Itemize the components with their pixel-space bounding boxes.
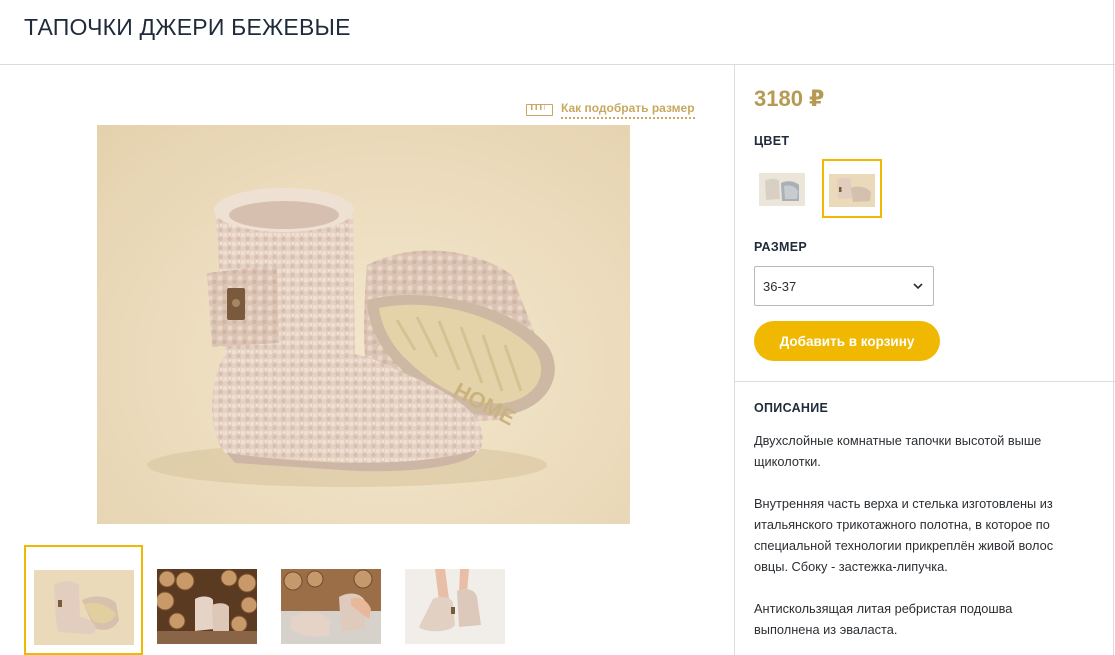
slippers-illustration: HOME <box>147 188 555 487</box>
description-paragraph: Внутренняя часть верха и стелька изготов… <box>754 496 1054 574</box>
size-select-value: 36-37 <box>763 278 797 294</box>
size-guide-label: Как подобрать размер <box>561 101 695 119</box>
page-title: ТАПОЧКИ ДЖЕРИ БЕЖЕВЫЕ <box>24 14 351 40</box>
thumbnail-3[interactable] <box>272 545 391 655</box>
description-paragraph: Двухслойные комнатные тапочки высотой вы… <box>754 433 1042 469</box>
size-label: РАЗМЕР <box>754 240 807 254</box>
color-swatch-beige[interactable] <box>822 159 882 218</box>
main-product-image[interactable]: HOME <box>97 125 630 524</box>
thumbnail-2[interactable] <box>148 545 267 655</box>
right-border <box>1113 0 1114 655</box>
thumbnail-4[interactable] <box>396 545 515 655</box>
add-to-cart-button[interactable]: Добавить в корзину <box>754 321 940 361</box>
chevron-down-icon <box>913 283 923 290</box>
color-label: ЦВЕТ <box>754 134 790 148</box>
size-guide-link[interactable]: Как подобрать размер <box>526 101 695 119</box>
product-description: Двухслойные комнатные тапочки высотой вы… <box>754 430 1074 655</box>
thumbnail-image <box>405 569 505 644</box>
swatch-image <box>759 173 805 206</box>
thumbnail-image <box>157 569 257 644</box>
thumbnail-image <box>34 570 134 645</box>
swatch-image <box>829 174 875 207</box>
thumbnail-1[interactable] <box>24 545 143 655</box>
column-divider <box>734 65 735 655</box>
color-swatch-grey[interactable] <box>753 159 813 218</box>
description-paragraph: Антискользящая литая ребристая подошва в… <box>754 601 1013 637</box>
ruler-icon <box>526 104 553 116</box>
size-select[interactable]: 36-37 <box>754 266 934 306</box>
section-divider <box>734 381 1115 382</box>
page-header: ТАПОЧКИ ДЖЕРИ БЕЖЕВЫЕ <box>0 0 1115 65</box>
thumbnail-image <box>281 569 381 644</box>
product-price: 3180 ₽ <box>754 86 825 111</box>
description-label: ОПИСАНИЕ <box>754 401 829 415</box>
